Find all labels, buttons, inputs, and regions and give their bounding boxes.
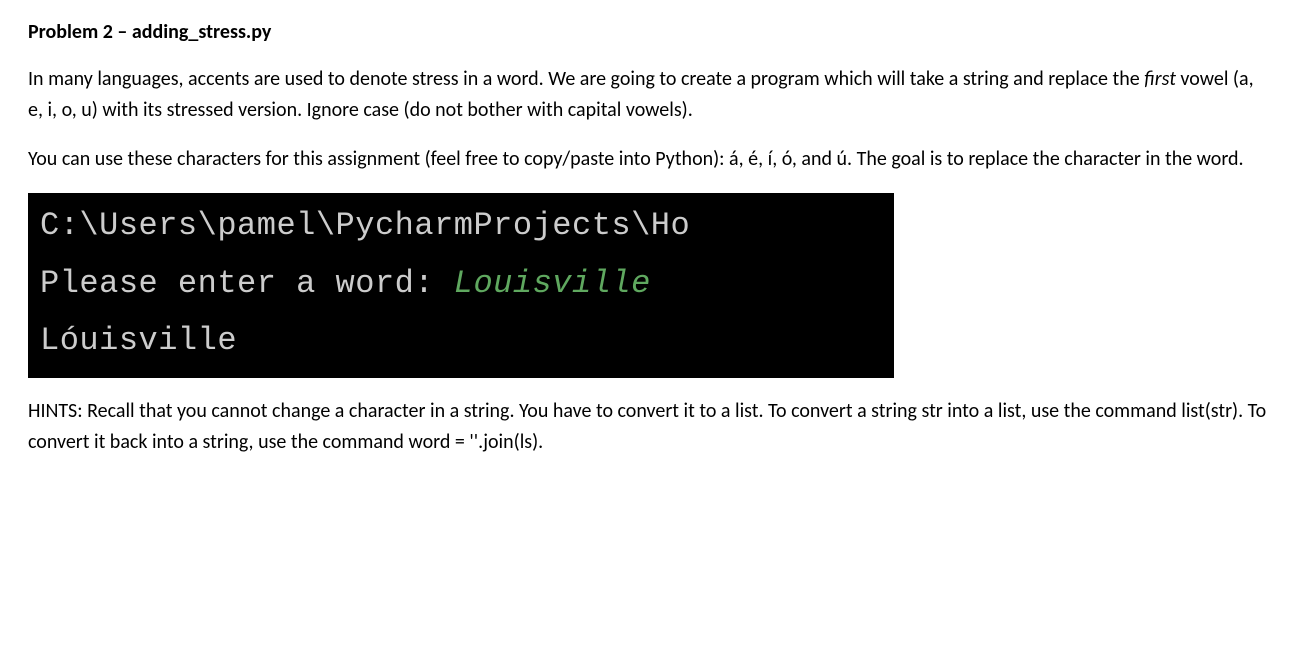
paragraph-hints: HINTS: Recall that you cannot change a c…: [28, 396, 1268, 458]
terminal-output: C:\Users\pamel\PycharmProjects\Ho Please…: [28, 193, 894, 378]
para1-italic: first: [1144, 67, 1176, 91]
terminal-result: Lóuisville: [40, 316, 882, 366]
terminal-prompt: Please enter a word:: [40, 265, 454, 302]
terminal-prompt-line: Please enter a word: Louisville: [40, 259, 882, 309]
para1-part1: In many languages, accents are used to d…: [28, 67, 1144, 91]
terminal-user-input: Louisville: [454, 265, 651, 302]
paragraph-2: You can use these characters for this as…: [28, 144, 1268, 175]
paragraph-1: In many languages, accents are used to d…: [28, 64, 1268, 126]
problem-heading: Problem 2 – adding_stress.py: [28, 18, 1268, 46]
terminal-path: C:\Users\pamel\PycharmProjects\Ho: [40, 201, 882, 251]
